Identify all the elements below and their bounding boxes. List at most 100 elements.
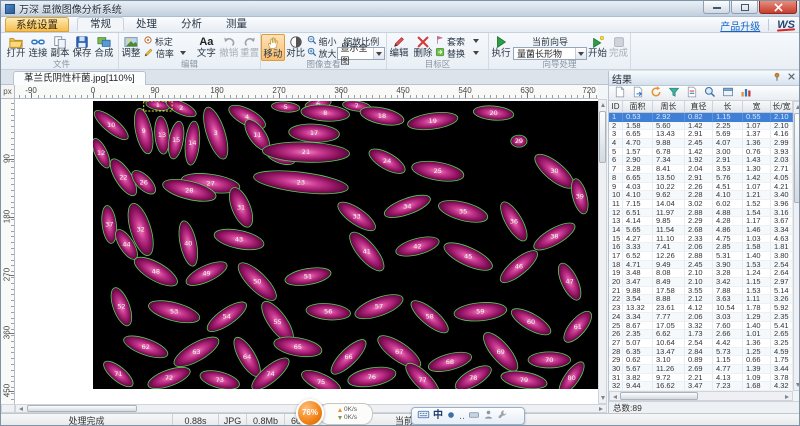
table-cell[interactable]: 18: [609, 261, 623, 269]
file-button-save[interactable]: 保存: [71, 34, 93, 59]
table-row[interactable]: 36.6513.432.915.691.374.16: [609, 130, 793, 139]
table-cell[interactable]: 1.01: [743, 330, 771, 338]
table-cell[interactable]: 3.32: [685, 322, 713, 330]
table-row[interactable]: 104.109.622.284.101.213.40: [609, 191, 793, 200]
table-row[interactable]: 184.719.492.453.901.532.54: [609, 261, 793, 270]
image-canvas[interactable]: 1234567891011121314151617181920212223242…: [15, 99, 598, 404]
table-cell[interactable]: 6.52: [623, 252, 653, 260]
specimen-image[interactable]: 1234567891011121314151617181920212223242…: [93, 101, 598, 389]
table-cell[interactable]: 7: [609, 165, 623, 173]
table-cell[interactable]: 1.25: [743, 348, 771, 356]
table-cell[interactable]: 8: [609, 174, 623, 182]
table-cell[interactable]: 10.54: [713, 304, 743, 312]
table-cell[interactable]: 4: [609, 139, 623, 147]
table-cell[interactable]: 5.31: [713, 252, 743, 260]
document-tab[interactable]: 革兰氏阴性杆菌.jpg[110%]: [13, 71, 146, 85]
table-cell[interactable]: 0.89: [685, 356, 713, 364]
table-cell[interactable]: 0.82: [685, 113, 713, 121]
table-cell[interactable]: 2.97: [771, 278, 793, 286]
table-cell[interactable]: 1.42: [685, 122, 713, 130]
canvas-vertical-scrollbar[interactable]: [598, 99, 607, 404]
table-cell[interactable]: 2.64: [771, 269, 793, 277]
target-delete-button[interactable]: 删除: [411, 34, 435, 59]
table-cell[interactable]: 3.90: [713, 261, 743, 269]
table-cell[interactable]: 16: [609, 243, 623, 251]
table-cell[interactable]: 3.03: [713, 313, 743, 321]
table-cell[interactable]: 3.40: [771, 191, 793, 199]
table-row[interactable]: 290.623.100.891.150.661.75: [609, 356, 793, 365]
search-button[interactable]: [703, 87, 717, 100]
table-cell[interactable]: 1.53: [743, 261, 771, 269]
table-cell[interactable]: 1.03: [743, 235, 771, 243]
table-cell[interactable]: 7.41: [653, 243, 685, 251]
table-cell[interactable]: 2.33: [685, 235, 713, 243]
table-cell[interactable]: 4.12: [685, 304, 713, 312]
table-row[interactable]: 329.4416.623.477.231.684.32: [609, 382, 793, 391]
table-cell[interactable]: 24: [609, 313, 623, 321]
table-row[interactable]: 10.532.920.821.150.552.10: [609, 113, 793, 122]
table-cell[interactable]: 5.76: [713, 174, 743, 182]
table-cell[interactable]: 4.59: [771, 348, 793, 356]
table-cell[interactable]: 1.15: [743, 278, 771, 286]
ribbon-tab[interactable]: 分析: [169, 18, 214, 30]
table-cell[interactable]: 6.02: [713, 200, 743, 208]
table-cell[interactable]: 2.91: [713, 156, 743, 164]
column-header[interactable]: ID: [609, 101, 623, 112]
table-cell[interactable]: 4.05: [771, 174, 793, 182]
product-upgrade-link[interactable]: 产品升级: [720, 18, 760, 33]
table-cell[interactable]: 6.51: [623, 209, 653, 217]
column-header[interactable]: 面积: [623, 101, 653, 112]
table-cell[interactable]: 3.80: [771, 252, 793, 260]
table-cell[interactable]: 9.62: [653, 191, 685, 199]
table-cell[interactable]: 1.43: [743, 156, 771, 164]
ribbon-tab[interactable]: 常规: [77, 17, 124, 31]
table-cell[interactable]: 2.29: [685, 217, 713, 225]
table-cell[interactable]: 2.06: [685, 313, 713, 321]
table-cell[interactable]: 7.88: [713, 287, 743, 295]
table-cell[interactable]: 14.04: [653, 200, 685, 208]
table-cell[interactable]: 2.10: [771, 113, 793, 121]
table-cell[interactable]: 5.60: [653, 122, 685, 130]
table-cell[interactable]: 2.35: [623, 330, 653, 338]
table-cell[interactable]: 6.65: [623, 174, 653, 182]
table-cell[interactable]: 2.68: [685, 226, 713, 234]
table-row[interactable]: 163.337.412.062.851.581.81: [609, 243, 793, 252]
table-cell[interactable]: 0.53: [623, 113, 653, 121]
table-cell[interactable]: 1.36: [743, 139, 771, 147]
table-cell[interactable]: 1.15: [713, 113, 743, 121]
table-cell[interactable]: 4.21: [771, 183, 793, 191]
scroll-right-arrow[interactable]: [599, 407, 603, 411]
table-cell[interactable]: 13.32: [623, 304, 653, 312]
table-cell[interactable]: 3.44: [771, 365, 793, 373]
table-cell[interactable]: 13.47: [653, 348, 685, 356]
adjust-button[interactable]: 调整: [119, 34, 143, 59]
table-cell[interactable]: 6.35: [623, 348, 653, 356]
table-cell[interactable]: 9.72: [653, 374, 685, 382]
table-cell[interactable]: 2.66: [713, 330, 743, 338]
export-button[interactable]: [631, 87, 645, 100]
file-button-open[interactable]: 打开: [5, 34, 27, 59]
execute-button[interactable]: 执行: [489, 34, 513, 59]
refresh-button[interactable]: [649, 87, 663, 100]
scroll-up-arrow[interactable]: [796, 105, 800, 109]
zoom-select-arrow[interactable]: [373, 48, 383, 59]
table-cell[interactable]: 2.26: [685, 183, 713, 191]
table-cell[interactable]: 5.65: [623, 226, 653, 234]
table-cell[interactable]: 3.47: [623, 278, 653, 286]
table-cell[interactable]: 4.75: [713, 235, 743, 243]
table-cell[interactable]: 26: [609, 330, 623, 338]
table-cell[interactable]: 1.07: [743, 183, 771, 191]
table-horizontal-scrollbar[interactable]: [609, 391, 793, 401]
table-cell[interactable]: 1.68: [743, 382, 771, 390]
scroll-down-arrow[interactable]: [796, 383, 800, 387]
table-cell[interactable]: 2.99: [771, 139, 793, 147]
table-cell[interactable]: 3.33: [623, 243, 653, 251]
zoom-out-button[interactable]: 缩小: [307, 35, 337, 47]
table-cell[interactable]: 1.39: [743, 365, 771, 373]
filter-button[interactable]: [667, 87, 681, 100]
calibrate-button[interactable]: 标定: [143, 35, 195, 47]
table-row[interactable]: 44.709.882.454.071.362.99: [609, 139, 793, 148]
table-cell[interactable]: 2.85: [713, 243, 743, 251]
table-cell[interactable]: 3.53: [713, 165, 743, 173]
table-cell[interactable]: 2.10: [685, 278, 713, 286]
